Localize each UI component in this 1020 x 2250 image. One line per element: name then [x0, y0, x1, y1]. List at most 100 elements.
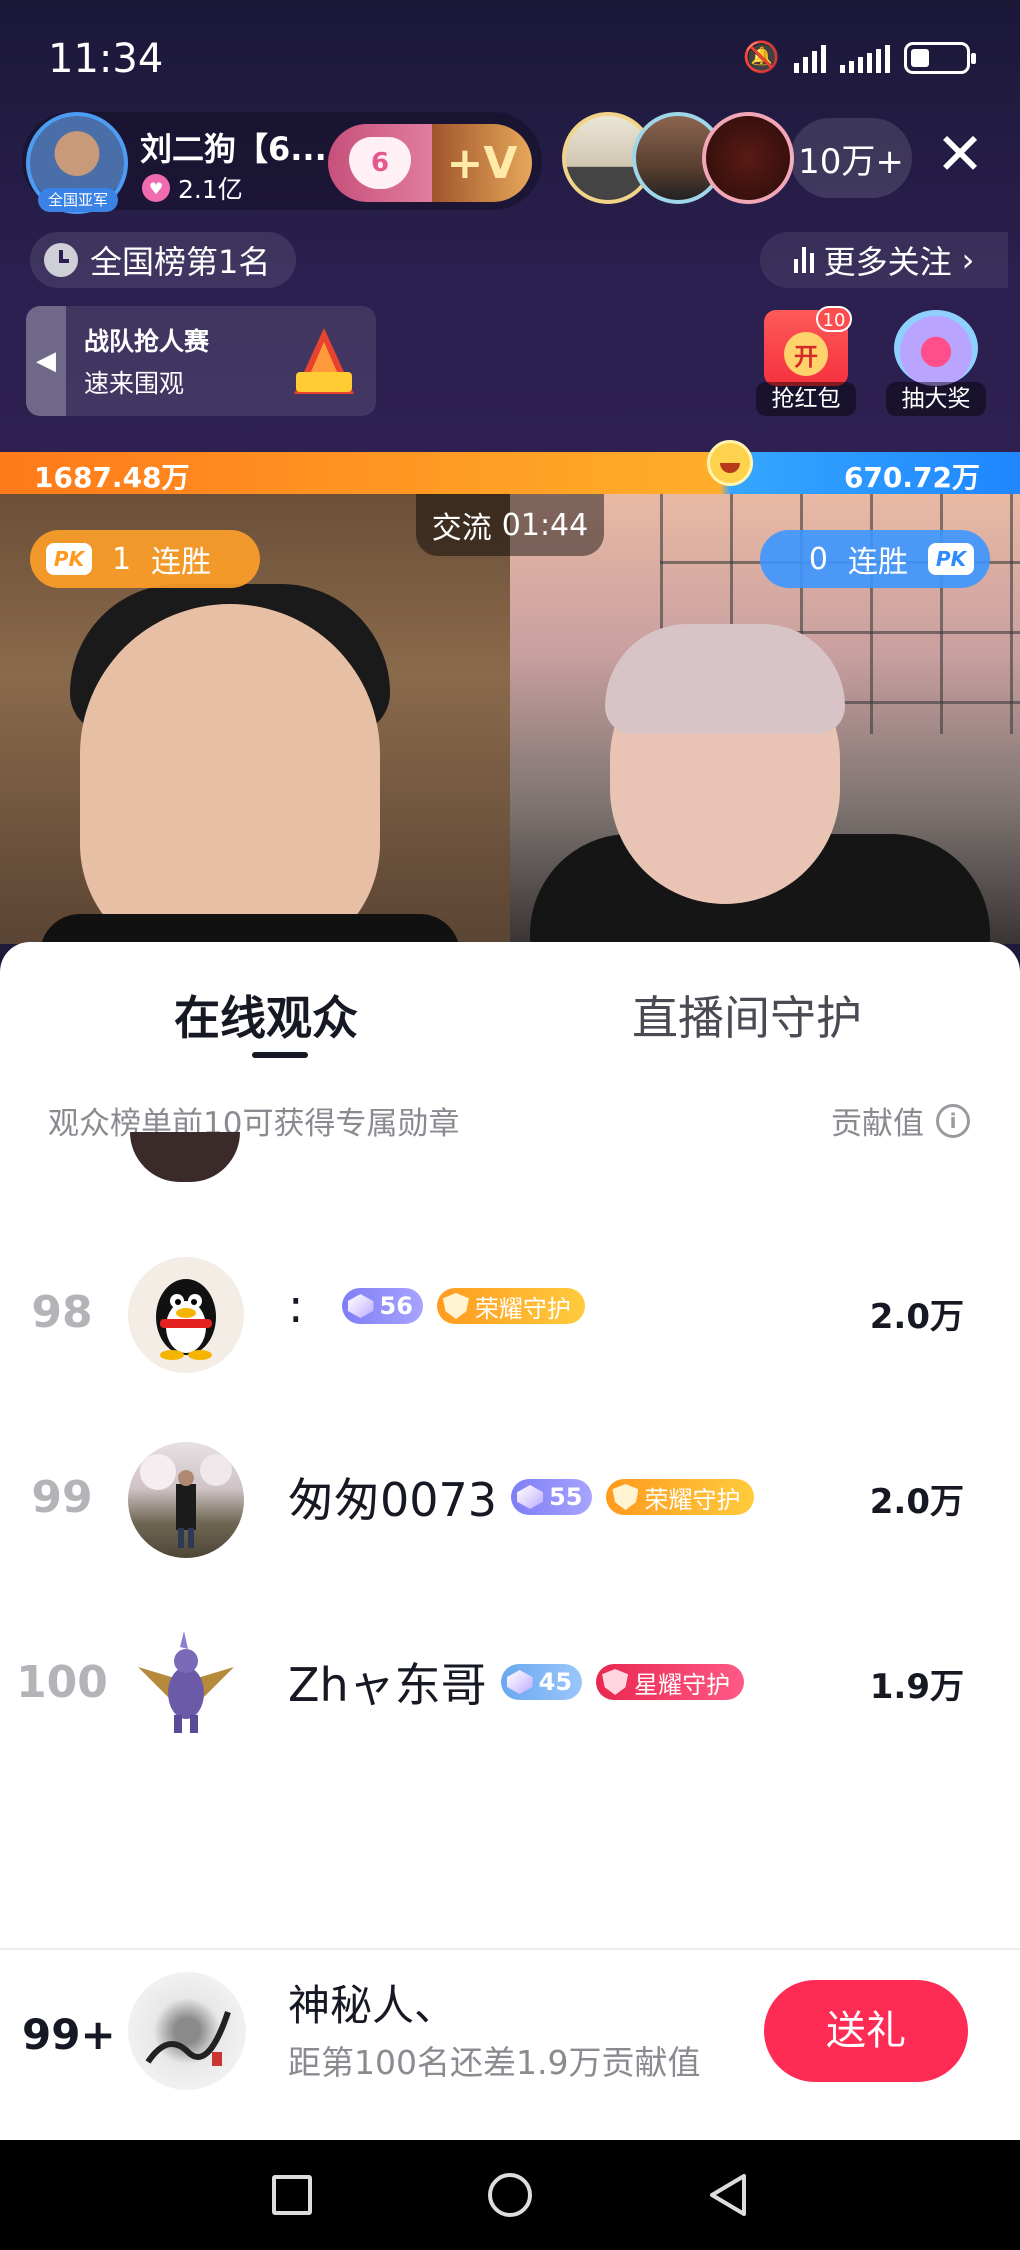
team-event-title: 战队抢人赛: [84, 327, 210, 356]
collapse-arrow-icon[interactable]: ◀: [26, 306, 66, 416]
red-packet-button[interactable]: 开 10 抢红包: [756, 306, 858, 416]
guard-label: 荣耀守护: [644, 1485, 741, 1514]
tab-room-guard[interactable]: 直播间守护: [632, 982, 862, 1048]
gem-icon: [347, 1294, 374, 1318]
tab-indicator: [252, 1052, 308, 1058]
list-name: : 56 荣耀守护: [288, 1279, 585, 1333]
right-win-label: 连胜: [848, 545, 908, 580]
level-badge: 55: [511, 1479, 593, 1515]
live-room-header: 11:34 🔕 全国亚军 刘二狗【6... ♥ 2.1亿 6 +V 10万+ ✕…: [0, 0, 1020, 452]
list-rank: 99: [31, 1472, 93, 1523]
pk-tag-icon: PK: [928, 543, 974, 575]
lottery-label: 抽大奖: [886, 382, 986, 416]
list-name: Zhャ东哥 45 星耀守护: [288, 1649, 745, 1715]
anchor-likes: ♥ 2.1亿: [142, 170, 243, 206]
contribution-value: 2.0万: [869, 1482, 964, 1522]
avatar[interactable]: [128, 1627, 244, 1743]
pk-tag-icon: PK: [46, 543, 92, 575]
list-rank: 100: [16, 1657, 108, 1708]
mute-bell-icon: 🔕: [742, 40, 780, 75]
avatar[interactable]: [128, 1442, 244, 1558]
home-icon[interactable]: [488, 2173, 532, 2217]
more-follow-button[interactable]: 更多关注 ›: [760, 232, 1008, 288]
ranking-hint: 观众榜单前10可获得专属勋章: [48, 1106, 460, 1142]
national-rank-pill[interactable]: 全国榜第1名: [30, 232, 297, 288]
guard-label: 星耀守护: [634, 1670, 731, 1699]
left-anchor-face: [80, 604, 380, 944]
info-icon[interactable]: i: [936, 1103, 970, 1138]
list-name-text: 匆匆0073: [288, 1473, 498, 1527]
shield-icon: [612, 1484, 639, 1510]
system-nav-bar: [0, 2140, 1020, 2250]
left-win-streak: PK 1 连胜: [30, 530, 260, 588]
shield-icon: [602, 1669, 629, 1695]
anchor-rank-badge: 全国亚军: [38, 188, 118, 212]
list-name: 匆匆0073 55 荣耀守护: [288, 1464, 755, 1530]
dragon-avatar-icon: [138, 1631, 234, 1733]
list-item-avatar-partial: [130, 1132, 240, 1182]
guard-badge: 星耀守护: [596, 1664, 745, 1700]
level-value: 45: [538, 1668, 573, 1696]
guard-badge: 荣耀守护: [606, 1479, 755, 1515]
left-win-label: 连胜: [151, 545, 212, 580]
viewer-count[interactable]: 10万+: [790, 118, 912, 198]
left-win-count: 1: [112, 541, 132, 577]
team-event-card[interactable]: ◀ 战队抢人赛 速来围观: [26, 306, 376, 416]
my-gap-text: 距第100名还差1.9万贡献值: [288, 2043, 701, 2082]
divider: [0, 1948, 1020, 1950]
guard-label: 荣耀守护: [474, 1294, 571, 1323]
audience-sheet: 在线观众 直播间守护 观众榜单前10可获得专属勋章 贡献值 i 98 : 56 …: [0, 942, 1020, 2140]
my-name: 神秘人、: [288, 1981, 457, 2030]
bar-chart-icon: [793, 247, 814, 273]
chevron-right-icon: ›: [961, 241, 975, 279]
heart-icon: ♥: [142, 174, 170, 202]
back-icon[interactable]: [704, 2170, 754, 2220]
list-name-text: Zhャ东哥: [288, 1658, 487, 1712]
avatar[interactable]: [128, 1257, 244, 1373]
recents-icon[interactable]: [272, 2175, 312, 2215]
team-event-logo-icon: [294, 328, 354, 394]
list-item[interactable]: 99 匆匆0073 55 荣耀守护 2.0万: [0, 1422, 1020, 1582]
right-win-streak: 0 连胜 PK: [760, 530, 990, 588]
left-anchor-shirt: [40, 914, 460, 944]
pk-timer: 交流 01:44: [416, 494, 604, 556]
lottery-button[interactable]: 抽大奖: [886, 310, 986, 416]
status-bar: 11:34 🔕: [0, 0, 1020, 110]
my-avatar[interactable]: [128, 1972, 246, 2090]
level-badge: 56: [341, 1288, 423, 1324]
national-rank-label: 全国榜第1名: [90, 243, 271, 281]
pk-timer-label: 交流: [431, 511, 492, 546]
list-rank: 98: [31, 1287, 93, 1338]
close-icon[interactable]: ✕: [930, 124, 990, 184]
tab-online-audience[interactable]: 在线观众: [174, 982, 358, 1048]
signal-icon: [794, 43, 826, 73]
right-anchor-hair: [605, 624, 845, 734]
level-value: 55: [549, 1483, 583, 1511]
send-gift-button[interactable]: 送礼: [764, 1980, 968, 2082]
fan-level-heart-icon: 6: [349, 137, 411, 189]
anchor-likes-value: 2.1亿: [178, 175, 243, 204]
guard-badge: 荣耀守护: [436, 1288, 585, 1324]
level-badge: 45: [500, 1664, 583, 1700]
lottery-heart-icon: [894, 310, 978, 386]
penguin-avatar-icon: [156, 1279, 216, 1360]
pk-emoji-icon: [707, 440, 754, 486]
fan-plus-v: +V: [432, 124, 532, 202]
contribution-header[interactable]: 贡献值 i: [831, 1098, 970, 1143]
my-rank: 99+: [22, 2010, 116, 2059]
anchor-name[interactable]: 刘二狗【6...: [140, 124, 327, 170]
shield-icon: [442, 1293, 469, 1319]
red-packet-count: 10: [816, 306, 852, 332]
person-photo-icon: [140, 1454, 232, 1548]
list-item[interactable]: 98 : 56 荣耀守护 2.0万: [0, 1237, 1020, 1397]
contribution-value: 1.9万: [869, 1667, 964, 1707]
top-viewer-avatar-3[interactable]: [702, 112, 794, 204]
pk-score-bar: 1687.48万 670.72万: [0, 440, 1020, 494]
right-win-count: 0: [808, 541, 828, 577]
list-item[interactable]: 100 Zhャ东哥 45 星耀守护 1.9万: [0, 1607, 1020, 1767]
fan-club-button[interactable]: 6 +V: [328, 124, 532, 202]
ink-calligraphy-avatar-icon: [145, 2011, 231, 2066]
more-follow-label: 更多关注: [823, 243, 952, 281]
team-event-subtitle: 速来围观: [84, 369, 185, 398]
red-packet-label: 抢红包: [756, 382, 856, 416]
